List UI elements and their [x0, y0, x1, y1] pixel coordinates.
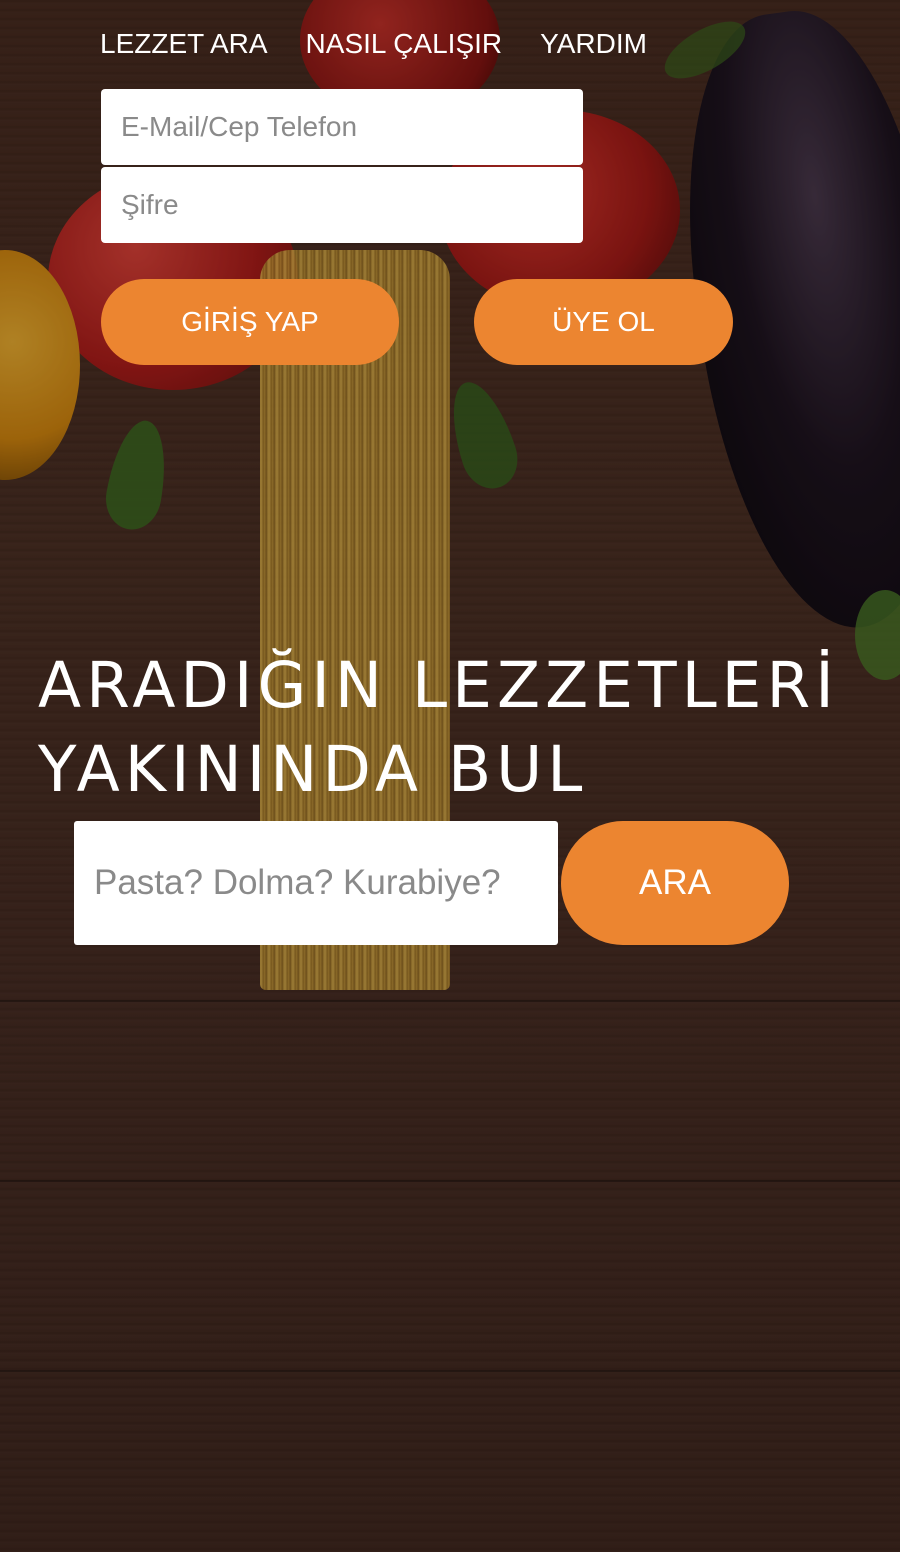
nav-item-lezzet-ara[interactable]: LEZZET ARA — [100, 28, 268, 60]
hero-headline-line-2: YAKININDA BUL — [38, 733, 588, 807]
nav-item-yardim[interactable]: YARDIM — [540, 28, 647, 60]
search-button[interactable]: ARA — [561, 821, 789, 945]
hero-headline-line-1: ARADIĞIN LEZZETLERİ — [38, 649, 839, 723]
password-field[interactable] — [101, 167, 583, 243]
email-phone-field[interactable] — [101, 89, 583, 165]
nav-item-nasil-calisir[interactable]: NASIL ÇALIŞIR — [306, 28, 503, 60]
signup-button[interactable]: ÜYE OL — [474, 279, 733, 365]
search-input[interactable] — [74, 821, 558, 945]
hero-headline: ARADIĞIN LEZZETLERİ YAKININDA BUL — [38, 644, 868, 812]
login-button[interactable]: GİRİŞ YAP — [101, 279, 399, 365]
top-nav: LEZZET ARA NASIL ÇALIŞIR YARDIM — [100, 28, 647, 60]
